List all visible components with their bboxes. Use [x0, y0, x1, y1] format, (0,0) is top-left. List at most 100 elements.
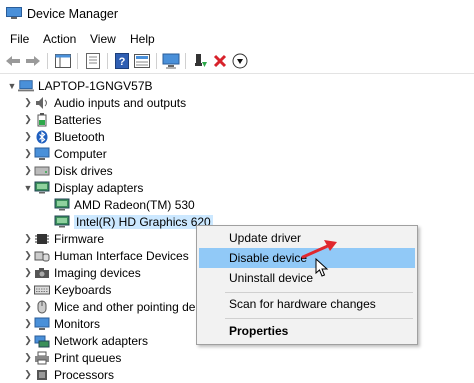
laptop-computer-icon — [18, 79, 34, 93]
tree-item-label: Batteries — [54, 112, 102, 127]
forward-button[interactable] — [24, 52, 42, 70]
properties-toolbar-button[interactable] — [84, 52, 102, 70]
tree-item-label: Network adapters — [54, 333, 149, 348]
expand-arrow-icon[interactable]: ❯ — [22, 315, 34, 332]
uninstall-device-menu-item[interactable]: Uninstall device — [199, 268, 415, 288]
forward-arrow-icon — [26, 56, 40, 66]
tree-item-batteries[interactable]: ❯ Batteries — [22, 111, 101, 128]
menu-action[interactable]: Action — [43, 32, 76, 46]
tree-item-label: Bluetooth — [54, 129, 105, 144]
computer-icon — [34, 147, 50, 161]
mouse-cursor-icon — [315, 258, 329, 277]
toolbar-separator — [107, 53, 108, 69]
menu-help[interactable]: Help — [130, 32, 155, 46]
tree-item-label: Print queues — [54, 350, 122, 365]
red-x-icon — [213, 54, 227, 68]
menu-file[interactable]: File — [10, 32, 29, 46]
tree-root[interactable]: ▼ LAPTOP-1GNGV57B — [6, 77, 153, 94]
uninstall-device-toolbar-button[interactable] — [211, 52, 229, 70]
back-button[interactable] — [4, 52, 22, 70]
expand-arrow-icon[interactable]: ❯ — [22, 247, 34, 264]
title-bar: Device Manager — [0, 0, 474, 28]
printer-icon — [34, 351, 50, 365]
tree-item-hid[interactable]: ❯ Human Interface Devices — [22, 247, 189, 264]
expand-arrow-icon[interactable]: ❯ — [22, 366, 34, 383]
tree-item-monitors[interactable]: ❯ Monitors — [22, 315, 100, 332]
toolbar-separator — [185, 53, 186, 69]
device-manager-icon — [6, 7, 22, 19]
keyboard-icon — [34, 283, 50, 297]
enable-device-toolbar-button[interactable] — [231, 52, 249, 70]
tree-item-bluetooth[interactable]: ❯ Bluetooth — [22, 128, 105, 145]
show-hide-console-tree-button[interactable] — [54, 52, 72, 70]
help-toolbar-button[interactable]: ? — [113, 52, 131, 70]
monitor-icon — [34, 317, 50, 331]
tree-item-amd-radeon[interactable]: AMD Radeon(TM) 530 — [54, 196, 195, 213]
tree-item-label: Monitors — [54, 316, 101, 331]
speaker-icon — [34, 96, 50, 110]
menu-item-label: Scan for hardware changes — [229, 297, 376, 311]
toolbar: ? — [0, 49, 474, 74]
menu-separator — [225, 292, 413, 293]
update-driver-toolbar-button[interactable] — [191, 52, 209, 70]
console-tree-icon — [55, 54, 71, 68]
scan-hardware-menu-item[interactable]: Scan for hardware changes — [199, 294, 415, 314]
tree-item-audio[interactable]: ❯ Audio inputs and outputs — [22, 94, 186, 111]
bluetooth-icon — [34, 130, 50, 144]
menu-item-label: Disable device — [229, 251, 308, 265]
expand-arrow-icon[interactable]: ❯ — [22, 111, 34, 128]
expand-arrow-icon[interactable]: ❯ — [22, 230, 34, 247]
expand-arrow-icon[interactable]: ❯ — [22, 349, 34, 366]
back-arrow-icon — [6, 56, 20, 66]
tree-item-label: Disk drives — [54, 163, 113, 178]
tree-item-network-adapters[interactable]: ❯ Network adapters — [22, 332, 148, 349]
tree-item-label: Audio inputs and outputs — [54, 95, 187, 110]
collapse-arrow-icon[interactable]: ▼ — [22, 179, 34, 196]
expand-arrow-icon[interactable]: ❯ — [22, 162, 34, 179]
tree-item-processors[interactable]: ❯ Processors — [22, 366, 114, 383]
svg-text:?: ? — [119, 56, 126, 68]
menu-view[interactable]: View — [90, 32, 116, 46]
disk-drive-icon — [34, 164, 50, 178]
tree-item-mice[interactable]: ❯ Mice and other pointing de — [22, 298, 195, 315]
expand-arrow-icon[interactable]: ❯ — [22, 332, 34, 349]
tree-item-keyboards[interactable]: ❯ Keyboards — [22, 281, 111, 298]
tree-item-label: Firmware — [54, 231, 104, 246]
camera-icon — [34, 266, 50, 280]
toolbar-separator — [77, 53, 78, 69]
scan-hardware-button[interactable] — [162, 52, 180, 70]
tree-item-print-queues[interactable]: ❯ Print queues — [22, 349, 121, 366]
tree-item-intel-hd-graphics[interactable]: Intel(R) HD Graphics 620 — [54, 213, 213, 230]
tree-item-firmware[interactable]: ❯ Firmware — [22, 230, 104, 247]
tree-item-label: AMD Radeon(TM) 530 — [74, 197, 195, 212]
tree-item-label: Human Interface Devices — [54, 248, 189, 263]
tree-item-display-adapters[interactable]: ▼ Display adapters — [22, 179, 144, 196]
tree-item-imaging[interactable]: ❯ Imaging devices — [22, 264, 141, 281]
tree-root-label: LAPTOP-1GNGV57B — [38, 78, 153, 93]
menu-bar: File Action View Help — [0, 29, 474, 49]
collapse-arrow-icon[interactable]: ▼ — [6, 77, 18, 94]
tree-item-label: Intel(R) HD Graphics 620 — [74, 214, 213, 229]
expand-arrow-icon[interactable]: ❯ — [22, 298, 34, 315]
expand-arrow-icon[interactable]: ❯ — [22, 128, 34, 145]
tree-item-label: Processors — [54, 367, 115, 382]
tree-item-disk-drives[interactable]: ❯ Disk drives — [22, 162, 113, 179]
network-adapter-icon — [34, 334, 50, 348]
properties-menu-item[interactable]: Properties — [199, 321, 415, 341]
menu-item-label: Uninstall device — [229, 271, 314, 285]
processor-icon — [34, 368, 50, 382]
display-adapter-icon — [54, 215, 70, 229]
expand-arrow-icon[interactable]: ❯ — [22, 281, 34, 298]
tree-item-label: Keyboards — [54, 282, 112, 297]
update-driver-icon — [195, 54, 207, 67]
expand-arrow-icon[interactable]: ❯ — [22, 145, 34, 162]
expand-arrow-icon[interactable]: ❯ — [22, 94, 34, 111]
view-list-icon — [134, 54, 150, 68]
red-annotation-arrow-icon — [301, 240, 337, 259]
monitor-scan-icon — [162, 53, 180, 69]
firmware-icon — [34, 232, 50, 246]
view-toolbar-button[interactable] — [133, 52, 151, 70]
toolbar-separator — [47, 53, 48, 69]
expand-arrow-icon[interactable]: ❯ — [22, 264, 34, 281]
tree-item-computer[interactable]: ❯ Computer — [22, 145, 106, 162]
